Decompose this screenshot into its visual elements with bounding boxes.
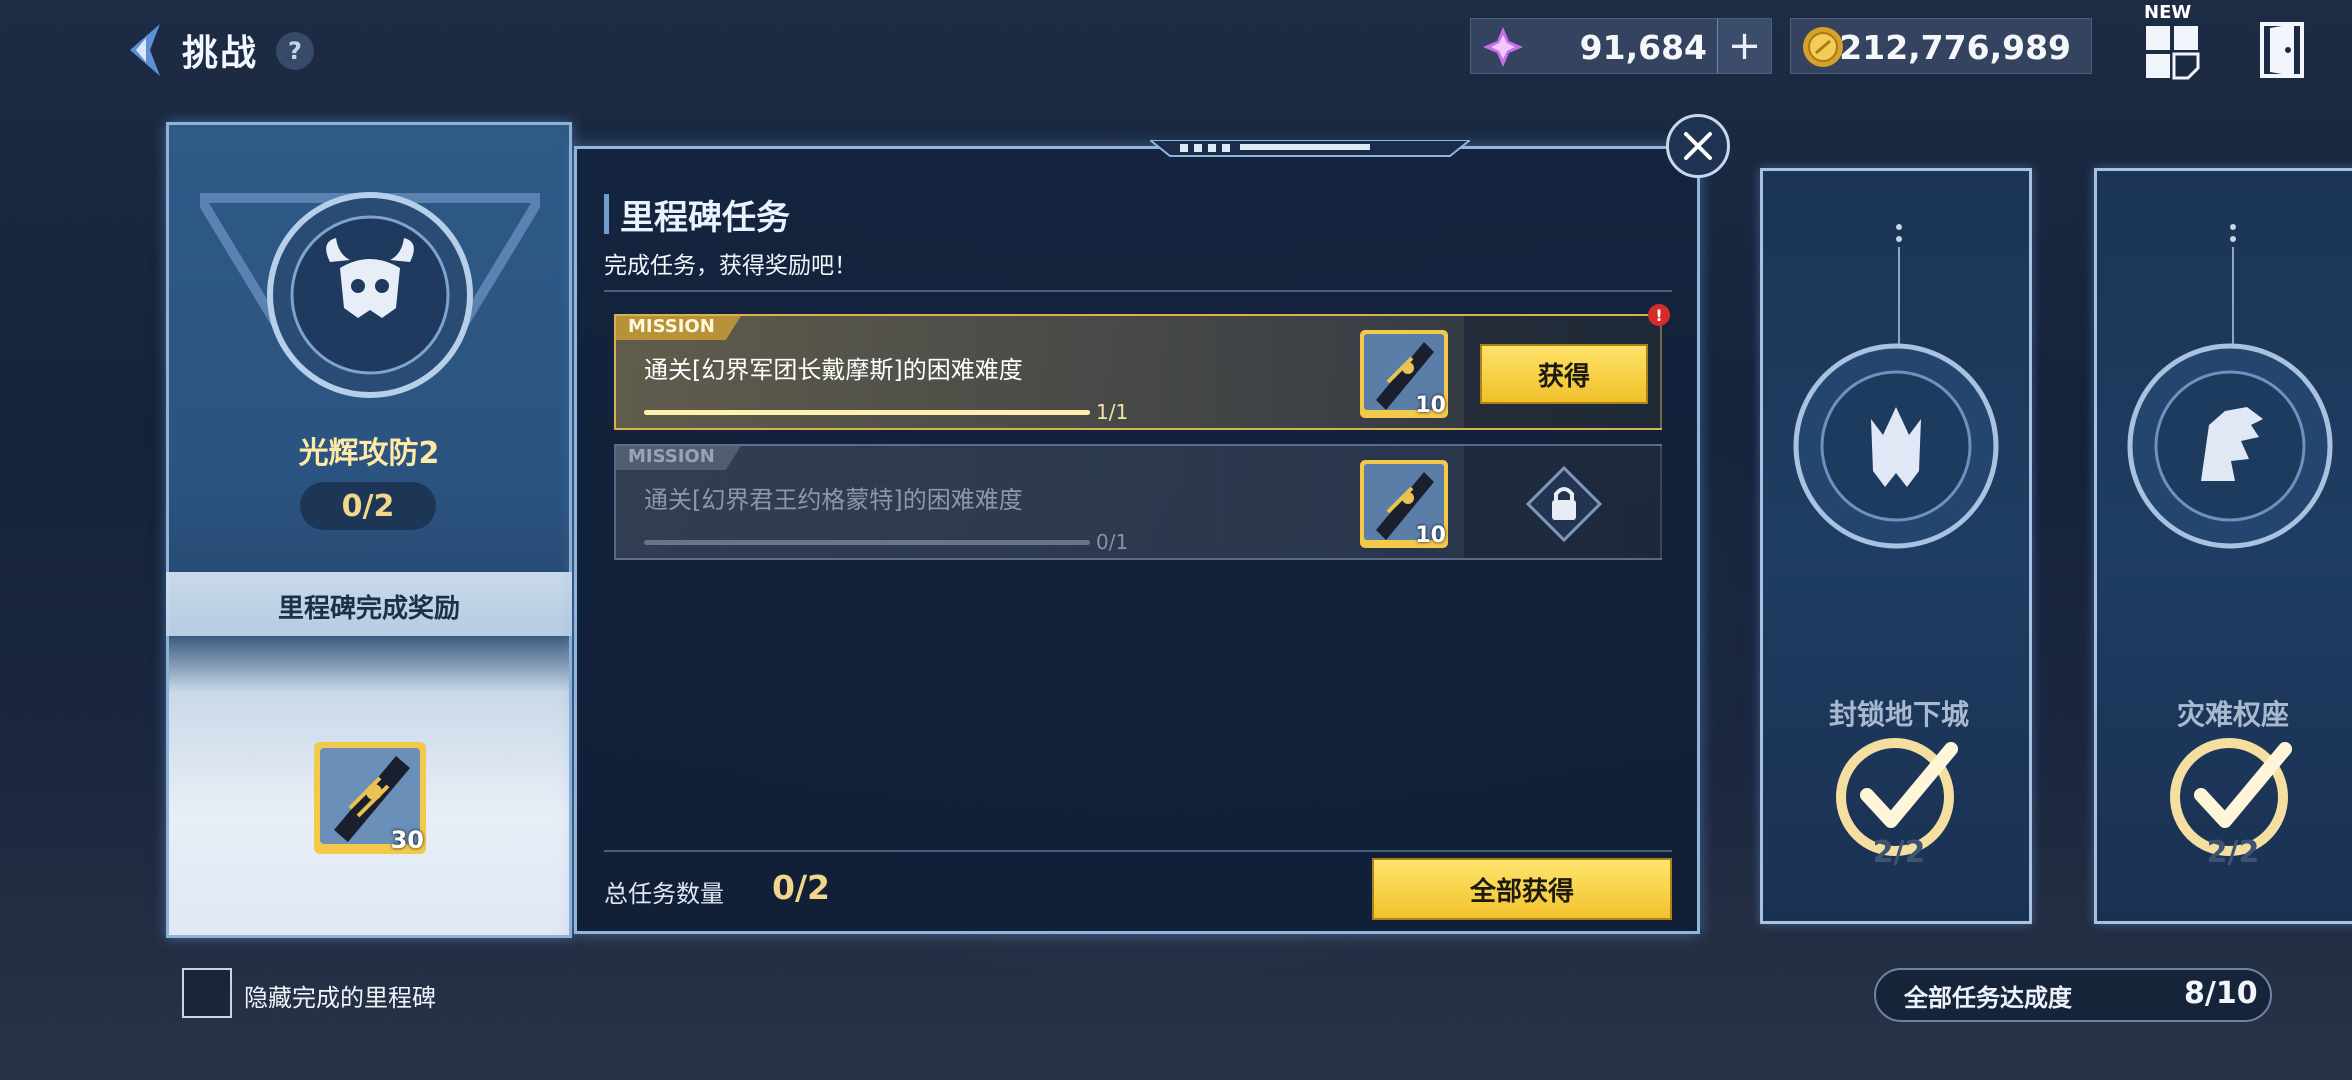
stage-progress-count: 0/2 bbox=[300, 482, 436, 530]
knight-helmet-emblem-icon bbox=[1793, 343, 1999, 549]
alert-badge: ! bbox=[1648, 304, 1670, 326]
stage-card-locked-dungeon[interactable]: 封锁地下城 2/2 bbox=[1760, 168, 2032, 924]
mission-reward-item[interactable]: 10 bbox=[1358, 328, 1450, 420]
mission-reward-item[interactable]: 10 bbox=[1358, 458, 1450, 550]
mission-progress-bar bbox=[644, 540, 1090, 545]
new-badge: NEW bbox=[2144, 2, 2192, 23]
close-button[interactable] bbox=[1666, 114, 1730, 178]
close-icon bbox=[1684, 132, 1712, 160]
dialog-top-decoration bbox=[1150, 140, 1470, 157]
title-accent-bar bbox=[604, 194, 609, 234]
mission-progress-text: 0/1 bbox=[1096, 530, 1129, 554]
divider bbox=[604, 850, 1672, 852]
demon-skull-emblem-icon bbox=[200, 192, 540, 398]
card-name: 灾难权座 bbox=[2176, 698, 2289, 731]
mission-reward-quantity: 10 bbox=[1415, 523, 1446, 548]
mission-tag: MISSION bbox=[616, 446, 741, 470]
milestone-reward-title: 里程碑完成奖励 bbox=[277, 594, 460, 624]
mission-progress-fill bbox=[644, 410, 1090, 415]
card-count: 2/2 bbox=[1872, 835, 1926, 870]
dialog-subtitle: 完成任务，获得奖励吧！ bbox=[604, 253, 857, 279]
mission-row: MISSION 通关[幻界君王约格蒙特]的困难难度 0/1 10 bbox=[614, 444, 1662, 560]
crystal-amount: 91,684 bbox=[1579, 28, 1707, 67]
add-crystal-button[interactable]: + bbox=[1717, 19, 1771, 73]
claim-all-button[interactable]: 全部获得 bbox=[1372, 858, 1672, 920]
crystal-icon bbox=[1483, 27, 1523, 67]
crystal-currency: 91,684 + bbox=[1470, 18, 1772, 74]
dialog-title: 里程碑任务 bbox=[620, 198, 790, 238]
mission-progress-text: 1/1 bbox=[1096, 400, 1129, 424]
dragon-emblem-icon bbox=[2127, 343, 2333, 549]
mission-name: 通关[幻界军团长戴摩斯]的困难难度 bbox=[644, 356, 1023, 384]
divider bbox=[604, 290, 1672, 292]
help-button[interactable]: ? bbox=[276, 32, 314, 70]
exit-button[interactable] bbox=[2258, 20, 2306, 80]
stage-card-disaster-throne[interactable]: 灾难权座 2/2 bbox=[2094, 168, 2352, 924]
total-missions-value: 0/2 bbox=[772, 868, 830, 907]
gold-currency: 212,776,989 bbox=[1790, 18, 2092, 74]
total-missions-label: 总任务数量 bbox=[604, 880, 724, 908]
mission-reward-quantity: 10 bbox=[1415, 393, 1446, 418]
reward-quantity: 30 bbox=[390, 826, 424, 854]
stage-name: 光辉攻防2 bbox=[298, 436, 440, 471]
overall-progress-value: 8/10 bbox=[2184, 976, 2258, 1011]
mission-tag: MISSION bbox=[616, 316, 741, 340]
mission-row: MISSION 通关[幻界军团长戴摩斯]的困难难度 1/1 10 获得 bbox=[614, 314, 1662, 430]
hide-completed-checkbox[interactable] bbox=[182, 968, 232, 1018]
page-title: 挑战 bbox=[182, 33, 259, 74]
claim-button[interactable]: 获得 bbox=[1480, 344, 1648, 404]
card-name: 封锁地下城 bbox=[1828, 698, 1969, 731]
hide-completed-label: 隐藏完成的里程碑 bbox=[244, 984, 436, 1012]
gold-amount: 212,776,989 bbox=[1839, 28, 2071, 67]
milestone-reward-item[interactable]: 30 bbox=[310, 738, 430, 858]
back-button[interactable] bbox=[122, 20, 168, 80]
grid-menu-icon bbox=[2146, 26, 2200, 80]
overall-progress-label: 全部任务达成度 bbox=[1904, 984, 2072, 1012]
chevron-left-icon bbox=[130, 24, 160, 76]
mission-action-area bbox=[1464, 446, 1662, 558]
grid-menu-button[interactable] bbox=[2144, 24, 2200, 80]
lock-icon bbox=[1526, 466, 1602, 542]
exit-door-icon bbox=[2260, 22, 2304, 78]
mission-progress-bar bbox=[644, 410, 1090, 415]
card-count: 2/2 bbox=[2206, 835, 2260, 870]
mission-name: 通关[幻界君王约格蒙特]的困难难度 bbox=[644, 486, 1023, 514]
mission-action-area: 获得 bbox=[1464, 316, 1662, 428]
